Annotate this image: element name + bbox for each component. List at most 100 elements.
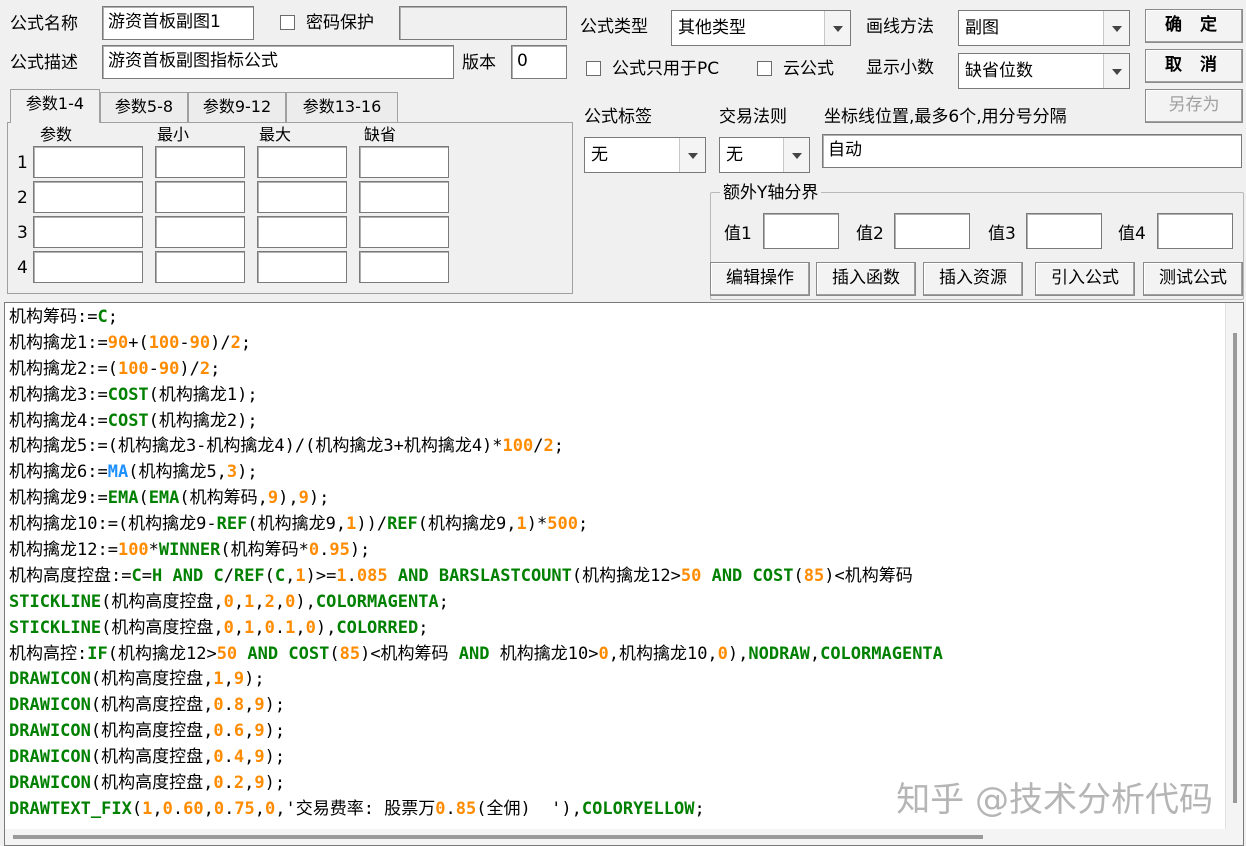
tab-params-1-4[interactable]: 参数1-4 bbox=[10, 89, 100, 123]
param-row-number: 2 bbox=[17, 188, 28, 208]
param-3-min[interactable] bbox=[155, 216, 245, 248]
code-number: 8 bbox=[233, 695, 245, 716]
param-1-min[interactable] bbox=[155, 146, 245, 178]
formula-tag-select[interactable]: 无 bbox=[584, 137, 706, 173]
watermark: 知乎 @技术分析代码 bbox=[896, 780, 1213, 820]
code-text: 机构擒龙4:= bbox=[9, 410, 108, 431]
code-line[interactable]: 机构擒龙9:=EMA(EMA(机构筹码,9),9); bbox=[9, 486, 1225, 512]
save-as-button[interactable]: 另存为 bbox=[1145, 89, 1243, 123]
param-1-name[interactable] bbox=[33, 146, 143, 178]
code-line[interactable]: STICKLINE(机构高度控盘,0,1,0.1,0),COLORRED; bbox=[9, 616, 1225, 642]
password-input[interactable] bbox=[399, 6, 567, 40]
code-keyword: COLORMAGENTA bbox=[820, 643, 943, 664]
code-number: 85 bbox=[455, 798, 477, 819]
code-line[interactable]: STICKLINE(机构高度控盘,0,1,2,0),COLORMAGENTA; bbox=[9, 590, 1225, 616]
insert-function-button[interactable]: 插入函数 bbox=[816, 262, 916, 296]
scrollbar-thumb[interactable] bbox=[13, 835, 983, 839]
chevron-down-icon[interactable] bbox=[1103, 11, 1129, 45]
param-4-default[interactable] bbox=[359, 251, 449, 283]
param-2-max[interactable] bbox=[257, 181, 347, 213]
code-text: . bbox=[223, 695, 234, 716]
code-number: 100 bbox=[502, 436, 534, 457]
tab-params-13-16[interactable]: 参数13-16 bbox=[286, 92, 398, 122]
code-line[interactable]: 机构擒龙12:=100*WINNER(机构筹码*0.95); bbox=[9, 538, 1225, 564]
import-formula-button[interactable]: 引入公式 bbox=[1035, 262, 1135, 296]
code-number: 0 bbox=[213, 747, 224, 768]
code-number: 100 bbox=[148, 332, 180, 353]
cloud-formula-checkbox[interactable] bbox=[757, 61, 772, 76]
extra-y-2-input[interactable] bbox=[894, 213, 970, 249]
code-text: ( bbox=[793, 565, 804, 586]
code-line[interactable]: DRAWICON(机构高度控盘,0.8,9); bbox=[9, 693, 1225, 719]
chevron-down-icon[interactable] bbox=[1103, 54, 1129, 88]
param-2-default[interactable] bbox=[359, 181, 449, 213]
code-text: , bbox=[152, 798, 163, 819]
param-4-max[interactable] bbox=[257, 251, 347, 283]
trade-rule-select[interactable]: 无 bbox=[719, 137, 810, 173]
code-line[interactable]: 机构擒龙2:=(100-90)/2; bbox=[9, 357, 1225, 383]
param-3-name[interactable] bbox=[33, 216, 143, 248]
code-number: 0 bbox=[264, 617, 275, 638]
horizontal-scrollbar[interactable] bbox=[5, 829, 1227, 845]
edit-ops-button[interactable]: 编辑操作 bbox=[710, 262, 810, 296]
scrollbar-thumb[interactable] bbox=[1233, 333, 1237, 803]
code-line[interactable]: 机构高度控盘:=C=H AND C/REF(C,1)>=1.085 AND BA… bbox=[9, 564, 1225, 590]
chevron-down-icon[interactable] bbox=[679, 138, 705, 172]
param-3-default[interactable] bbox=[359, 216, 449, 248]
code-text: . bbox=[274, 617, 286, 638]
formula-desc-input[interactable]: 游资首板副图指标公式 bbox=[102, 45, 454, 79]
param-4-min[interactable] bbox=[155, 251, 245, 283]
formula-type-select[interactable]: 其他类型 bbox=[671, 10, 851, 46]
code-line[interactable]: DRAWICON(机构高度控盘,1,9); bbox=[9, 667, 1225, 693]
axis-position-label: 坐标线位置,最多6个,用分号分隔 bbox=[824, 107, 1067, 127]
cancel-button[interactable]: 取 消 bbox=[1145, 49, 1243, 83]
chevron-down-icon[interactable] bbox=[824, 11, 850, 45]
extra-y-4-input[interactable] bbox=[1157, 213, 1233, 249]
decimals-select[interactable]: 缺省位数 bbox=[958, 53, 1130, 89]
insert-resource-button[interactable]: 插入资源 bbox=[923, 262, 1023, 296]
test-formula-button[interactable]: 测试公式 bbox=[1143, 262, 1243, 296]
code-line[interactable]: 机构擒龙4:=COST(机构擒龙2); bbox=[9, 409, 1225, 435]
param-1-max[interactable] bbox=[257, 146, 347, 178]
param-4-name[interactable] bbox=[33, 251, 143, 283]
formula-code-editor[interactable]: 机构筹码:=C; 机构擒龙1:=90+(100-90)/2; 机构擒龙2:=(100… bbox=[4, 302, 1244, 846]
code-line[interactable]: 机构高控:IF(机构擒龙12>50 AND COST(85)<机构筹码 AND … bbox=[9, 642, 1225, 668]
code-text: , bbox=[244, 695, 255, 716]
password-protect-checkbox[interactable] bbox=[280, 15, 295, 30]
code-line[interactable]: DRAWICON(机构高度控盘,0.4,9); bbox=[9, 745, 1225, 771]
code-line[interactable]: 机构擒龙6:=MA(机构擒龙5,3); bbox=[9, 460, 1225, 486]
code-line[interactable]: 机构擒龙3:=COST(机构擒龙1); bbox=[9, 383, 1225, 409]
vertical-scrollbar[interactable] bbox=[1225, 303, 1243, 845]
pc-only-checkbox[interactable] bbox=[586, 61, 601, 76]
code-number: 2 bbox=[543, 436, 554, 457]
draw-method-select[interactable]: 副图 bbox=[958, 10, 1130, 46]
code-line[interactable]: DRAWICON(机构高度控盘,0.6,9); bbox=[9, 719, 1225, 745]
code-line[interactable]: 机构擒龙10:=(机构擒龙9-REF(机构擒龙9,1))/REF(机构擒龙9,1… bbox=[9, 512, 1225, 538]
version-input[interactable]: 0 bbox=[511, 45, 567, 79]
formula-name-input[interactable]: 游资首板副图1 bbox=[102, 6, 254, 40]
extra-y-1-input[interactable] bbox=[763, 213, 839, 249]
chevron-down-icon[interactable] bbox=[783, 138, 809, 172]
extra-y-3-input[interactable] bbox=[1026, 213, 1102, 249]
code-number: 500 bbox=[547, 514, 578, 535]
param-1-default[interactable] bbox=[359, 146, 449, 178]
tab-params-5-8[interactable]: 参数5-8 bbox=[100, 92, 188, 122]
param-2-min[interactable] bbox=[155, 181, 245, 213]
param-2-name[interactable] bbox=[33, 181, 143, 213]
code-text: )<机构筹码 bbox=[360, 643, 459, 664]
axis-position-input[interactable]: 自动 bbox=[822, 134, 1242, 168]
code-text: , bbox=[274, 591, 286, 612]
code-line[interactable]: 机构擒龙1:=90+(100-90)/2; bbox=[9, 331, 1225, 357]
code-line[interactable]: 机构擒龙5:=(机构擒龙3-机构擒龙4)/(机构擒龙3+机构擒龙4)*100/2… bbox=[9, 434, 1225, 460]
formula-code-text[interactable]: 机构筹码:=C; 机构擒龙1:=90+(100-90)/2; 机构擒龙2:=(100… bbox=[9, 305, 1225, 823]
code-line[interactable]: 机构筹码:=C; bbox=[9, 305, 1225, 331]
tab-params-9-12[interactable]: 参数9-12 bbox=[188, 92, 286, 122]
code-text: - bbox=[179, 332, 190, 353]
ok-button[interactable]: 确 定 bbox=[1145, 9, 1243, 43]
code-text: ; bbox=[210, 358, 221, 379]
param-3-max[interactable] bbox=[257, 216, 347, 248]
code-text: 机构高度控盘:= bbox=[9, 565, 132, 586]
code-number: 2 bbox=[230, 332, 241, 353]
